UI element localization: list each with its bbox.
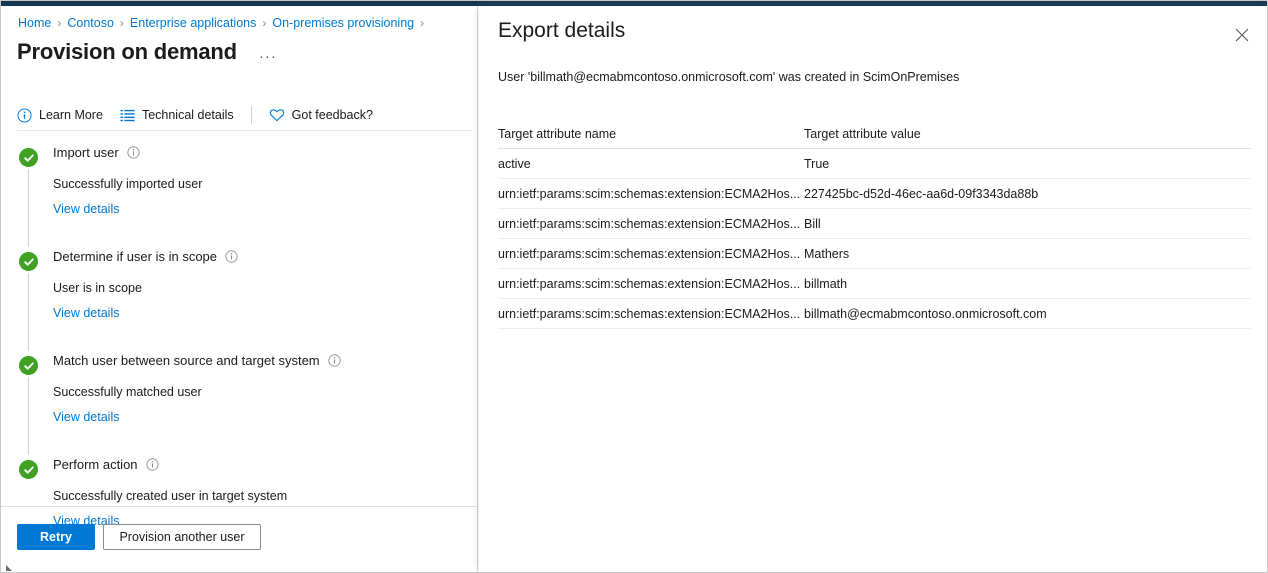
- table-row: urn:ietf:params:scim:schemas:extension:E…: [498, 209, 1251, 239]
- app-window: Home › Contoso › Enterprise applications…: [0, 0, 1268, 573]
- step-title-row: Import user: [53, 143, 477, 162]
- cell-attribute-value: Mathers: [804, 246, 850, 261]
- command-got-feedback[interactable]: Got feedback?: [269, 107, 373, 123]
- command-label: Learn More: [39, 108, 103, 122]
- cell-attribute-name: urn:ietf:params:scim:schemas:extension:E…: [498, 246, 801, 261]
- breadcrumb-separator-icon: ›: [57, 16, 62, 30]
- more-actions-button[interactable]: ···: [255, 46, 281, 67]
- cell-attribute-value: billmath: [804, 276, 848, 291]
- step-title: Import user: [53, 145, 119, 160]
- command-bar-bottom-divider: [17, 130, 472, 131]
- target-attributes-table: Target attribute name Target attribute v…: [498, 119, 1251, 329]
- step-title-row: Match user between source and target sys…: [53, 351, 477, 370]
- provisioning-step: Import user Successfully imported user V…: [1, 143, 477, 247]
- step-title: Determine if user is in scope: [53, 249, 218, 264]
- cell-attribute-name: urn:ietf:params:scim:schemas:extension:E…: [498, 216, 801, 231]
- close-icon: [1234, 27, 1250, 43]
- breadcrumb-item-contoso[interactable]: Contoso: [67, 16, 114, 30]
- step-status-marker: [19, 148, 38, 167]
- success-check-icon: [19, 148, 38, 167]
- command-technical-details[interactable]: Technical details: [120, 108, 234, 123]
- table-header-row: Target attribute name Target attribute v…: [498, 119, 1251, 149]
- column-header-target-attribute-name: Target attribute name: [498, 126, 617, 141]
- step-connector-line: [28, 169, 29, 247]
- info-circle-icon: [17, 107, 32, 123]
- step-connector-line: [28, 377, 29, 455]
- cell-attribute-value: 227425bc-d52d-46ec-aa6d-09f3343da88b: [804, 186, 1039, 201]
- heart-icon: [269, 107, 285, 123]
- table-row: active True: [498, 149, 1251, 179]
- cell-attribute-name: urn:ietf:params:scim:schemas:extension:E…: [498, 276, 801, 291]
- cell-attribute-value: True: [804, 156, 830, 171]
- breadcrumb: Home › Contoso › Enterprise applications…: [18, 16, 430, 30]
- info-circle-icon[interactable]: [127, 146, 140, 159]
- export-details-description: User 'billmath@ecmabmcontoso.onmicrosoft…: [498, 70, 960, 84]
- provision-another-user-button[interactable]: Provision another user: [103, 524, 261, 550]
- cell-attribute-name: urn:ietf:params:scim:schemas:extension:E…: [498, 186, 801, 201]
- page-title: Provision on demand: [17, 39, 237, 64]
- command-learn-more[interactable]: Learn More: [17, 107, 103, 123]
- step-status-marker: [19, 356, 38, 375]
- step-title-row: Determine if user is in scope: [53, 247, 477, 266]
- breadcrumb-item-enterprise-applications[interactable]: Enterprise applications: [130, 16, 256, 30]
- resize-grip-icon[interactable]: [5, 562, 15, 572]
- cell-attribute-name: urn:ietf:params:scim:schemas:extension:E…: [498, 306, 801, 321]
- export-details-title: Export details: [498, 19, 626, 42]
- table-row: urn:ietf:params:scim:schemas:extension:E…: [498, 269, 1251, 299]
- close-panel-button[interactable]: [1227, 20, 1257, 50]
- command-label: Got feedback?: [291, 108, 373, 122]
- step-status-text: Successfully imported user: [53, 177, 203, 191]
- step-view-details-link[interactable]: View details: [53, 410, 119, 424]
- breadcrumb-separator-icon: ›: [420, 16, 425, 30]
- step-title-row: Perform action: [53, 455, 477, 474]
- retry-button[interactable]: Retry: [17, 524, 95, 550]
- breadcrumb-item-home[interactable]: Home: [18, 16, 51, 30]
- info-circle-icon[interactable]: [225, 250, 238, 263]
- command-bar-divider: [250, 106, 252, 124]
- command-label: Technical details: [141, 108, 234, 122]
- breadcrumb-separator-icon: ›: [262, 16, 267, 30]
- table-row: urn:ietf:params:scim:schemas:extension:E…: [498, 299, 1251, 329]
- cell-attribute-value: Bill: [804, 216, 821, 231]
- provisioning-steps-list: Import user Successfully imported user V…: [1, 143, 477, 545]
- column-header-target-attribute-value: Target attribute value: [804, 126, 921, 141]
- table-row: urn:ietf:params:scim:schemas:extension:E…: [498, 179, 1251, 209]
- footer-divider: [1, 506, 477, 507]
- step-view-details-link[interactable]: View details: [53, 306, 119, 320]
- provision-on-demand-panel: Home › Contoso › Enterprise applications…: [1, 6, 478, 572]
- command-bar: Learn More Technical details Got feedbac…: [17, 102, 390, 128]
- step-status-text: Successfully created user in target syst…: [53, 489, 288, 503]
- step-connector-line: [28, 273, 29, 351]
- export-details-panel: Export details User 'billmath@ecmabmcont…: [479, 6, 1267, 572]
- info-circle-icon[interactable]: [328, 354, 341, 367]
- page-title-row: Provision on demand ···: [17, 39, 281, 65]
- step-status-marker: [19, 252, 38, 271]
- success-check-icon: [19, 356, 38, 375]
- table-row: urn:ietf:params:scim:schemas:extension:E…: [498, 239, 1251, 269]
- list-details-icon: [120, 108, 135, 123]
- step-title: Perform action: [53, 457, 138, 472]
- step-title: Match user between source and target sys…: [53, 353, 320, 368]
- step-status-text: User is in scope: [53, 281, 142, 295]
- step-status-marker: [19, 460, 38, 479]
- breadcrumb-separator-icon: ›: [119, 16, 124, 30]
- provisioning-step: Match user between source and target sys…: [1, 351, 477, 455]
- step-status-text: Successfully matched user: [53, 385, 202, 399]
- breadcrumb-item-on-premises-provisioning[interactable]: On-premises provisioning: [272, 16, 414, 30]
- success-check-icon: [19, 460, 38, 479]
- footer-action-bar: Retry Provision another user: [17, 524, 261, 550]
- provisioning-step: Determine if user is in scope User is in…: [1, 247, 477, 351]
- cell-attribute-value: billmath@ecmabmcontoso.onmicrosoft.com: [804, 306, 1047, 321]
- cell-attribute-name: active: [498, 156, 531, 171]
- success-check-icon: [19, 252, 38, 271]
- step-view-details-link[interactable]: View details: [53, 202, 119, 216]
- info-circle-icon[interactable]: [145, 458, 159, 471]
